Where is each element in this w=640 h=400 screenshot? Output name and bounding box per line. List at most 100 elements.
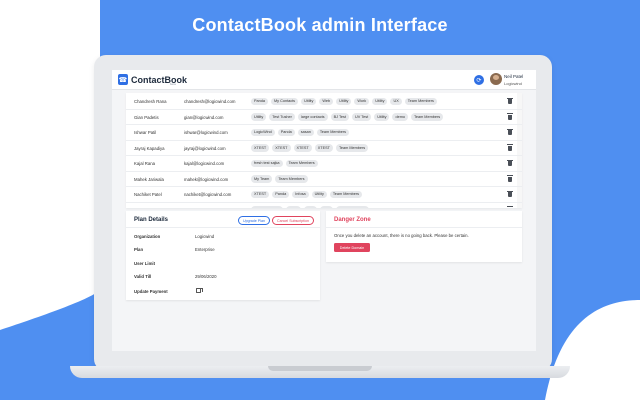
trash-icon[interactable] xyxy=(507,190,513,197)
contact-book-icon: ☎ xyxy=(118,74,128,85)
delete-domain-button[interactable]: Delete Domain xyxy=(334,243,370,252)
danger-zone-title: Danger Zone xyxy=(334,217,371,223)
valid-till-value: 29/06/2020 xyxy=(195,274,217,279)
tag-chip[interactable]: Utility xyxy=(374,113,390,121)
table-row: Jayraj Kapadiya jayraj@logicwind.com XTEST… xyxy=(126,141,522,156)
logo-subtext: beta xyxy=(170,82,176,86)
trash-icon[interactable] xyxy=(507,206,513,208)
tag-chip[interactable]: XTEST xyxy=(293,144,312,152)
member-name: Mahek Jariwala xyxy=(134,176,164,182)
tag-chip[interactable]: Team Members xyxy=(336,206,369,208)
refresh-icon[interactable]: ⟳ xyxy=(474,75,484,85)
tag-chip[interactable]: Utility xyxy=(372,97,388,106)
trash-icon[interactable] xyxy=(507,175,513,182)
app-logo[interactable]: ☎ ContactBook xyxy=(118,74,187,85)
member-name: Kajal Rana xyxy=(134,161,156,166)
member-tags: XTEST XTEST XTEST XTEST Team Members xyxy=(251,144,369,152)
member-email: parth@logicwind.com xyxy=(184,208,225,209)
member-tags: Utility Test Tusher large contacts BJ Test U… xyxy=(251,113,444,121)
laptop-notch xyxy=(268,366,372,371)
tag-chip[interactable]: Test xyxy=(320,206,334,208)
tag-chip[interactable]: Team Members xyxy=(275,175,308,183)
tag-chip[interactable]: UX xyxy=(390,97,402,106)
tag-chip[interactable]: My Team xyxy=(251,175,273,183)
tag-chip[interactable]: Panda xyxy=(272,190,290,199)
plan-label: Plan xyxy=(134,247,144,252)
tag-chip[interactable]: Team Members xyxy=(329,190,363,199)
tag-chip[interactable]: demo xyxy=(392,113,408,121)
divider xyxy=(126,227,320,228)
tag-chip[interactable]: XTEST xyxy=(251,144,270,152)
trash-icon[interactable] xyxy=(507,144,513,151)
table-row: Kajal Rana kajal@logicwind.com fresh test … xyxy=(126,156,522,172)
table-row: Chandresh Rana chandresh@logicwind.com Pan… xyxy=(126,94,522,110)
trash-icon[interactable] xyxy=(507,159,513,166)
logo-text: ContactBook xyxy=(131,74,187,85)
member-email: gian@logicwind.com xyxy=(184,114,224,120)
tag-chip[interactable]: Team Members xyxy=(410,113,444,121)
member-email: ishwar@logicwind.com xyxy=(184,130,228,135)
plan-details-card: Plan Details Upgrade Plan Cancel Subscri… xyxy=(126,211,320,300)
tag-chip[interactable]: large contacts xyxy=(297,113,328,121)
tag-chip[interactable]: Utility xyxy=(251,113,267,121)
member-tags: My Team Team Members xyxy=(251,175,308,183)
tag-chip[interactable]: Team Members xyxy=(336,144,369,152)
tag-chip[interactable]: Utility xyxy=(301,97,317,106)
user-name: Neil Patel xyxy=(504,74,524,79)
tag-chip[interactable]: Panda xyxy=(277,128,295,137)
app-screen: ☎ ContactBook beta ⟳ Neil Patel Logicwin… xyxy=(112,70,536,351)
tag-chip[interactable]: Test Tusher xyxy=(269,113,295,121)
update-payment-label: Update Payment xyxy=(134,289,168,294)
tag-chip[interactable]: Team Members xyxy=(285,159,318,168)
trash-icon[interactable] xyxy=(507,97,513,104)
member-name: Parth Soni xyxy=(134,208,154,209)
upgrade-plan-button[interactable]: Upgrade Plan xyxy=(238,216,270,225)
member-email: nachiket@logicwind.com xyxy=(184,192,232,197)
member-tags: Panda My Contacts Utility Web Utility Work Uti… xyxy=(251,97,437,106)
tag-chip[interactable]: Work xyxy=(354,97,370,106)
tag-chip[interactable]: Utility xyxy=(336,97,352,106)
tag-chip[interactable]: XTEST xyxy=(272,144,291,152)
tag-chip[interactable]: Panda xyxy=(251,97,268,106)
table-row: Nachiket Patel nachiket@logicwind.com XTES… xyxy=(126,187,522,203)
divider xyxy=(326,227,522,228)
member-name: Jayraj Kapadiya xyxy=(134,145,165,151)
table-row: Ishwar Patil ishwar@logicwind.com LogicWin… xyxy=(126,125,522,141)
user-limit-label: User Limit xyxy=(134,261,156,266)
trash-icon[interactable] xyxy=(507,113,513,120)
tag-chip[interactable]: sasan xyxy=(297,128,314,137)
tag-chip[interactable]: Test xyxy=(304,206,318,208)
tag-chip[interactable]: Utility xyxy=(311,190,327,199)
cancel-subscription-button[interactable]: Cancel Subscription xyxy=(272,216,314,225)
tag-chip[interactable]: Team Members xyxy=(404,97,437,106)
plan-value: Enterprise xyxy=(195,247,215,252)
tag-chip[interactable]: My Contacts xyxy=(270,97,299,106)
member-tags: fresh test sajka Team Members xyxy=(251,159,318,168)
member-tags: Team MembersUtilityTestTestTeam Members xyxy=(251,206,369,208)
tag-chip[interactable]: Web xyxy=(319,97,334,106)
app-header: ☎ ContactBook beta ⟳ Neil Patel Logicwin… xyxy=(112,70,536,90)
plan-title: Plan Details xyxy=(134,217,169,223)
tag-chip[interactable]: Utility xyxy=(286,206,302,208)
danger-zone-text: Once you delete an account, there is no … xyxy=(334,233,469,238)
tag-chip[interactable]: Infosa xyxy=(292,190,309,199)
tag-chip[interactable]: BJ Test xyxy=(330,113,349,121)
tag-chip[interactable]: UV Test xyxy=(351,113,372,121)
tag-chip[interactable]: Team Members xyxy=(251,206,284,208)
member-name: Gian Padetis xyxy=(134,114,159,120)
member-email: chandresh@logicwind.com xyxy=(184,99,236,104)
tag-chip[interactable]: XTEST xyxy=(251,190,270,199)
member-name: Chandresh Rana xyxy=(134,99,167,104)
tag-chip[interactable]: LogicWind xyxy=(251,128,275,137)
page-headline: ContactBook admin Interface xyxy=(192,15,448,35)
members-table: Chandresh Rana chandresh@logicwind.com Pan… xyxy=(126,93,522,208)
external-link-icon[interactable] xyxy=(196,287,203,293)
table-row: Parth Soni parth@logicwind.com Team Member… xyxy=(126,203,522,209)
member-name: Ishwar Patil xyxy=(134,130,157,135)
trash-icon[interactable] xyxy=(507,128,513,135)
tag-chip[interactable]: Team Members xyxy=(316,128,350,137)
tag-chip[interactable]: fresh test sajka xyxy=(251,159,283,168)
avatar[interactable] xyxy=(490,73,502,85)
tag-chip[interactable]: XTEST xyxy=(314,144,333,152)
table-row: Mahek Jariwala mahek@logicwind.com My Team… xyxy=(126,172,522,187)
